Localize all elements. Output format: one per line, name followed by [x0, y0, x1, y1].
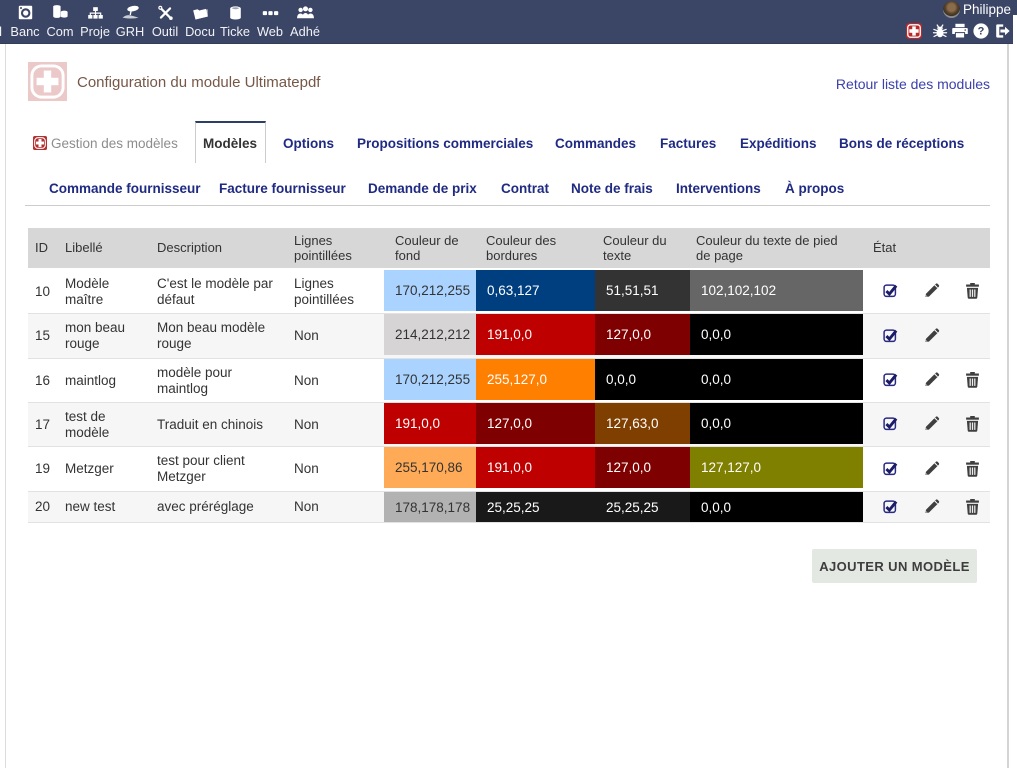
svg-text:?: ?: [978, 26, 985, 38]
